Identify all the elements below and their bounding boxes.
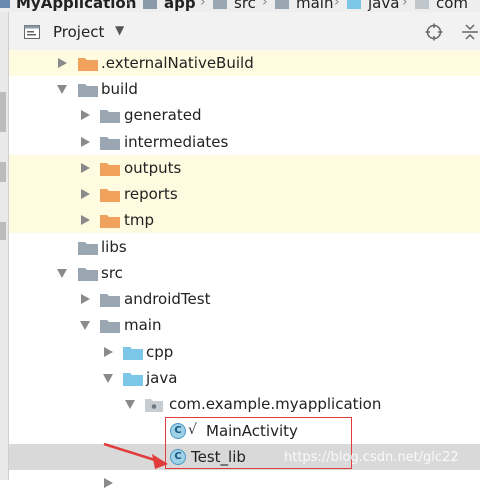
tree-row-src[interactable]: src [9, 260, 480, 286]
tree-row-package[interactable]: com.example.myapplication [9, 391, 480, 417]
chevron-right-icon[interactable] [79, 162, 91, 174]
collapse-all-icon[interactable] [461, 23, 479, 41]
tree-row-main[interactable]: main [9, 312, 480, 338]
tree-row-build[interactable]: build [9, 76, 480, 102]
tree-label: androidTest [124, 290, 211, 308]
breadcrumb-separator: › [334, 0, 340, 10]
breadcrumb-separator: › [126, 0, 132, 10]
breadcrumb-item[interactable]: java [368, 0, 399, 12]
breadcrumb-item[interactable]: src [234, 0, 256, 12]
breadcrumb-separator: › [262, 0, 268, 10]
breadcrumb-item[interactable]: main [296, 0, 333, 12]
chevron-right-icon[interactable] [79, 136, 91, 148]
orange-folder-icon [100, 163, 120, 176]
tree-row-partial[interactable] [9, 470, 480, 496]
tree-row-generated[interactable]: generated [9, 102, 480, 128]
gray-folder-icon [100, 294, 120, 307]
source-folder-icon [347, 0, 361, 9]
orange-folder-icon [100, 215, 120, 228]
chevron-right-icon[interactable] [56, 57, 68, 69]
blue-folder-icon [123, 347, 143, 360]
gray-folder-icon [78, 242, 98, 255]
chevron-right-icon[interactable] [102, 346, 114, 358]
red-arrow-icon [103, 442, 168, 469]
left-tool-strip [0, 12, 9, 480]
tree-label: outputs [124, 159, 182, 177]
folder-icon [213, 0, 227, 9]
project-tree: .externalNativeBuild build generated int… [9, 50, 480, 488]
tree-label: java [146, 369, 178, 387]
tool-window-tab[interactable] [0, 162, 6, 182]
gray-folder-icon [100, 110, 120, 123]
breadcrumb-separator: › [402, 0, 408, 10]
chevron-down-icon[interactable] [56, 267, 68, 279]
project-view-icon [24, 25, 40, 39]
tree-label: intermediates [124, 133, 229, 151]
tree-label: src [101, 264, 123, 282]
tree-label: main [124, 316, 162, 334]
chevron-right-icon[interactable] [79, 188, 91, 200]
tree-label: cpp [146, 343, 174, 361]
tree-label: tmp [124, 211, 155, 229]
chevron-down-icon[interactable] [102, 372, 114, 384]
chevron-down-icon[interactable] [124, 398, 136, 410]
package-icon [415, 0, 429, 9]
package-icon [145, 399, 163, 412]
orange-folder-icon [78, 58, 98, 71]
tree-row-intermediates[interactable]: intermediates [9, 129, 480, 155]
breadcrumb-item[interactable]: com [436, 0, 468, 12]
tree-row-externalnativebuild[interactable]: .externalNativeBuild [9, 50, 480, 76]
chevron-down-icon[interactable] [56, 83, 68, 95]
breadcrumb: MyApplication › app › src › main › java … [0, 0, 480, 12]
tree-label: com.example.myapplication [169, 395, 382, 413]
tree-row-outputs[interactable]: outputs [9, 155, 480, 181]
tree-label: build [101, 80, 138, 98]
watermark: https://blog.csdn.net/glc22 [284, 450, 459, 465]
chevron-right-icon[interactable] [102, 477, 114, 489]
breadcrumb-separator: › [200, 0, 206, 10]
tool-window-tab[interactable] [0, 92, 6, 132]
gray-folder-icon [100, 320, 120, 333]
gray-folder-icon [78, 84, 98, 97]
module-icon [0, 0, 10, 8]
locate-target-icon[interactable] [425, 23, 443, 41]
tree-row-libs[interactable]: libs [9, 234, 480, 260]
tree-label: generated [124, 106, 202, 124]
tree-label: .externalNativeBuild [101, 54, 254, 72]
tree-row-androidtest[interactable]: androidTest [9, 286, 480, 312]
tree-label: reports [124, 185, 178, 203]
folder-icon [275, 0, 289, 9]
gray-folder-icon [78, 268, 98, 281]
chevron-down-icon[interactable]: ▼ [115, 23, 124, 37]
chevron-right-icon[interactable] [79, 109, 91, 121]
tree-label: libs [101, 238, 127, 256]
project-panel-header: Project ▼ [9, 12, 480, 51]
chevron-right-icon[interactable] [79, 214, 91, 226]
tree-row-tmp[interactable]: tmp [9, 207, 480, 233]
orange-folder-icon [100, 189, 120, 202]
gray-folder-icon [100, 137, 120, 150]
module-folder-icon [143, 0, 157, 9]
breadcrumb-project[interactable]: MyApplication [16, 0, 136, 12]
chevron-down-icon[interactable] [79, 319, 91, 331]
tree-row-java[interactable]: java [9, 365, 480, 391]
tree-row-cpp[interactable]: cpp [9, 339, 480, 365]
breadcrumb-module[interactable]: app [164, 0, 196, 12]
project-view-selector[interactable]: Project [53, 23, 104, 41]
chevron-right-icon[interactable] [79, 293, 91, 305]
tool-window-tab[interactable] [0, 222, 6, 240]
tree-row-reports[interactable]: reports [9, 181, 480, 207]
blue-folder-icon [123, 373, 143, 386]
